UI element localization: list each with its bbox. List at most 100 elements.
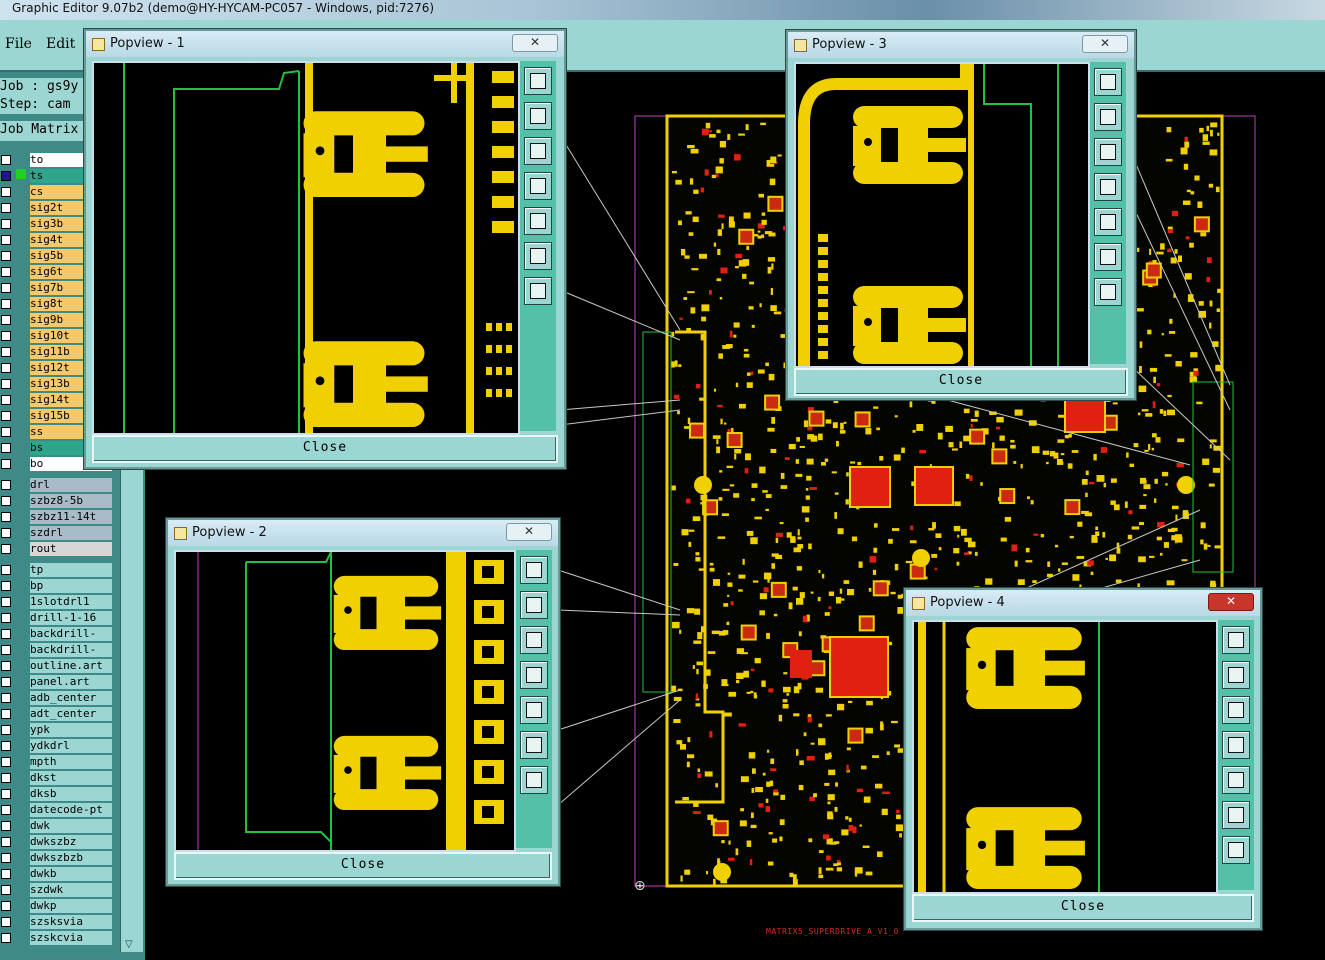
pad-hole	[337, 367, 347, 377]
pad-glyph	[966, 627, 1082, 651]
pad-glyph	[853, 306, 881, 346]
popview-2-titlebar[interactable]: Popview - 2 ✕	[168, 520, 558, 546]
view-tool-button[interactable]	[1094, 138, 1122, 166]
view-tool-button[interactable]	[524, 102, 552, 130]
view-tool-button[interactable]	[524, 277, 552, 305]
smd-pad	[496, 389, 502, 397]
view-tool-button[interactable]	[524, 242, 552, 270]
popview-1-title: Popview - 1	[110, 36, 185, 51]
popview-4-zoom-image	[918, 622, 1100, 892]
view-tool-button[interactable]	[1222, 801, 1250, 829]
popview-4-viewport[interactable]	[912, 620, 1218, 894]
popview-4-titlebar[interactable]: Popview - 4 ✕	[906, 590, 1260, 616]
smd-pad	[492, 196, 514, 208]
smd-pad	[492, 71, 514, 83]
popview-2[interactable]: Popview - 2 ✕ Close	[166, 518, 560, 886]
popview-3-toolbar	[1090, 62, 1126, 364]
smd-pad	[496, 323, 502, 331]
popview-2-toolbar	[516, 550, 552, 848]
view-tool-button[interactable]	[1222, 836, 1250, 864]
view-tool-button[interactable]	[520, 626, 548, 654]
smd-pad	[492, 146, 514, 158]
trace	[918, 622, 926, 892]
pad-hole	[977, 840, 987, 850]
view-tool-icon	[526, 737, 542, 753]
popview-1-close-x-icon[interactable]: ✕	[512, 34, 558, 52]
smd-pad	[818, 312, 828, 320]
view-tool-icon	[526, 562, 542, 578]
pad-glyph	[303, 363, 335, 408]
smd-pad	[818, 247, 828, 255]
smd-pad	[506, 389, 512, 397]
view-tool-icon	[1228, 737, 1244, 753]
view-tool-button[interactable]	[524, 172, 552, 200]
popview-1-titlebar[interactable]: Popview - 1 ✕	[86, 31, 564, 57]
pad-hole	[482, 726, 494, 738]
popview-3[interactable]: Popview - 3 ✕ Close	[786, 30, 1136, 400]
outline-line	[173, 70, 300, 433]
popview-3-viewport[interactable]	[794, 62, 1090, 368]
view-tool-button[interactable]	[1222, 696, 1250, 724]
view-tool-button[interactable]	[520, 731, 548, 759]
pad-hole	[315, 146, 325, 156]
popview-4[interactable]: Popview - 4 ✕ Close	[904, 588, 1262, 930]
view-tool-button[interactable]	[1222, 731, 1250, 759]
pad-glyph	[1045, 840, 1085, 856]
view-tool-icon	[526, 702, 542, 718]
smd-pad	[818, 260, 828, 268]
pad-glyph	[333, 735, 439, 757]
popview-4-close-x-icon[interactable]: ✕	[1208, 593, 1254, 611]
view-tool-button[interactable]	[1094, 243, 1122, 271]
view-tool-icon	[526, 597, 542, 613]
view-tool-button[interactable]	[524, 137, 552, 165]
pad-hole	[884, 330, 892, 338]
popview-2-close-button[interactable]: Close	[174, 852, 552, 880]
view-tool-icon	[530, 73, 546, 89]
view-tool-button[interactable]	[520, 591, 548, 619]
app-icon	[174, 527, 187, 540]
pad-glyph	[928, 138, 966, 152]
trace	[466, 63, 474, 433]
view-tool-button[interactable]	[1094, 68, 1122, 96]
pad-hole	[363, 758, 371, 767]
smd-pad	[818, 234, 828, 242]
popview-1-zoom-image	[123, 63, 514, 433]
pad-hole	[344, 606, 352, 614]
smd-pad	[496, 345, 502, 353]
popview-1-toolbar	[520, 61, 556, 431]
view-tool-icon	[530, 213, 546, 229]
view-tool-button[interactable]	[520, 696, 548, 724]
pad-glyph	[853, 126, 881, 166]
view-tool-button[interactable]	[520, 556, 548, 584]
pad-hole	[482, 566, 494, 578]
pad-glyph	[376, 594, 405, 633]
view-tool-button[interactable]	[520, 766, 548, 794]
view-tool-button[interactable]	[1094, 278, 1122, 306]
popview-3-close-x-icon[interactable]: ✕	[1082, 35, 1128, 53]
popview-4-close-button[interactable]: Close	[912, 894, 1254, 922]
view-tool-button[interactable]	[1094, 103, 1122, 131]
popview-3-titlebar[interactable]: Popview - 3 ✕	[788, 32, 1134, 58]
pad-glyph	[333, 594, 361, 633]
view-tool-icon	[1100, 144, 1116, 160]
view-tool-button[interactable]	[1222, 661, 1250, 689]
popview-3-close-button[interactable]: Close	[794, 368, 1128, 396]
popview-2-close-x-icon[interactable]: ✕	[506, 523, 552, 541]
view-tool-icon	[526, 772, 542, 788]
pad-glyph	[1045, 660, 1085, 676]
pad-hole	[482, 766, 494, 778]
view-tool-button[interactable]	[524, 207, 552, 235]
view-tool-button[interactable]	[520, 661, 548, 689]
pad-glyph	[966, 828, 996, 871]
popview-1-viewport[interactable]	[92, 61, 520, 435]
view-tool-button[interactable]	[1222, 766, 1250, 794]
popview-1-close-button[interactable]: Close	[92, 435, 558, 463]
view-tool-button[interactable]	[1094, 208, 1122, 236]
popview-1[interactable]: Popview - 1 ✕ Close	[84, 29, 566, 469]
view-tool-button[interactable]	[1222, 626, 1250, 654]
popview-2-viewport[interactable]	[174, 550, 516, 852]
view-tool-button[interactable]	[1094, 173, 1122, 201]
view-tool-button[interactable]	[524, 67, 552, 95]
pad-glyph	[303, 133, 335, 178]
view-tool-icon	[1228, 807, 1244, 823]
